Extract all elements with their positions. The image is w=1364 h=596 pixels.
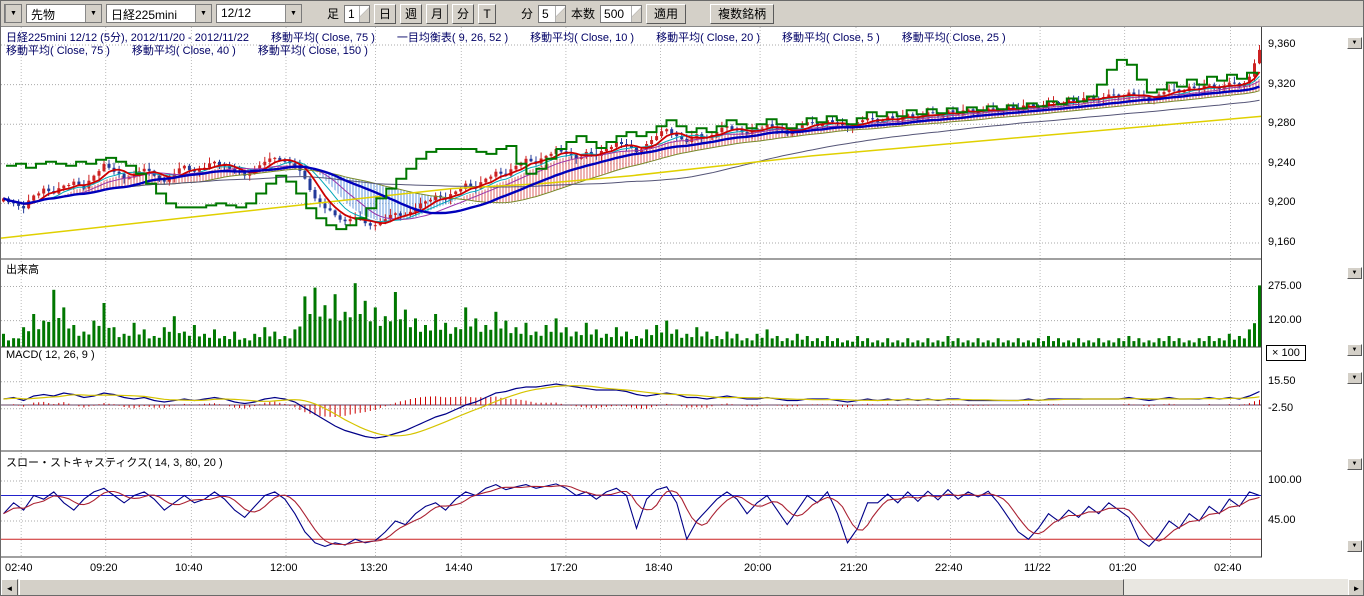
chart-legend-line2: 移動平均( Close, 75 ) 移動平均( Close, 40 ) 移動平均( … [6,42,390,58]
axis-label: 15.50 [1268,375,1296,387]
horizontal-scrollbar[interactable]: ◄ ► [1,579,1364,596]
axis-label: 120.00 [1268,314,1302,326]
legend-item: 移動平均( Close, 150 ) [258,45,368,57]
scroll-left-button[interactable]: ◄ [1,579,18,596]
axis-label: 100.00 [1268,474,1302,486]
contract-value: 12/12 [217,5,285,22]
chevron-down-icon: ▼ [5,5,21,22]
right-arrow-icon: ► [1353,584,1361,593]
stochastics-pane-title: スロー・ストキャスティクス( 14, 3, 80, 20 ) [6,454,223,470]
legend-item: 一目均衡表( 9, 26, 52 ) [397,32,508,44]
legend-item: 移動平均( Close, 20 ) [656,32,760,44]
contract-month-dropdown[interactable]: 12/12 ▼ [216,4,302,23]
time-axis-label: 02:40 [5,562,33,574]
axis-label: 9,160 [1268,236,1296,248]
chart-canvas[interactable] [1,27,1262,558]
symbol-value: 日経225mini [107,5,195,22]
spinner-handle-icon[interactable] [359,6,369,22]
time-axis-label: 17:20 [550,562,578,574]
price-pane-collapse-button[interactable]: ▼ [1347,37,1362,49]
time-axis-label: 12:00 [270,562,298,574]
axis-label: -2.50 [1268,402,1293,414]
pane-button-gutter: ▼ ▼ ▼ ▼ ▼ ▼ [1345,27,1364,558]
chevron-down-icon: ▼ [195,5,211,22]
legend-item: 移動平均( Close, 40 ) [132,45,236,57]
volume-pane-title: 出来高 [6,261,39,277]
bar-count-input[interactable]: 500 [600,5,642,23]
toolbar: ▼ 先物 ▼ 日経225mini ▼ 12/12 ▼ 足 1 日 週 月 分 T… [1,1,1363,27]
volume-pane-scroll-button[interactable]: ▼ [1347,344,1362,356]
macd-pane-collapse-button[interactable]: ▼ [1347,372,1362,384]
time-axis: 02:40 09:20 10:40 12:00 13:20 14:40 17:20 18:40… [1,559,1262,579]
bar-interval-input[interactable]: 1 [344,5,370,23]
time-axis-label: 01:20 [1109,562,1137,574]
period-minute-button[interactable]: 分 [452,4,474,24]
chart-plot-area[interactable]: 日経225mini 12/12 (5分), 2012/11/20 - 2012/… [1,27,1262,558]
minute-label: 分 [521,5,533,22]
value-axis-column: × 100 9,360 9,320 9,280 9,240 9,200 9,160 275.… [1262,27,1345,558]
time-axis-label: 18:40 [645,562,673,574]
time-axis-label: 10:40 [175,562,203,574]
axis-label: 9,360 [1268,38,1296,50]
spinner-handle-icon[interactable] [631,6,641,22]
chart-preset-dropdown[interactable]: ▼ [4,4,22,23]
legend-item: 移動平均( Close, 5 ) [782,32,880,44]
bar-count-label: 本数 [571,5,595,22]
axis-label: 45.00 [1268,514,1296,526]
legend-item: 移動平均( Close, 10 ) [530,32,634,44]
category-value: 先物 [27,5,85,22]
time-axis-label: 02:40 [1214,562,1242,574]
bar-type-label: 足 [327,5,339,22]
spinner-handle-icon[interactable] [555,6,565,22]
chevron-down-icon: ▼ [85,5,101,22]
period-week-button[interactable]: 週 [400,4,422,24]
time-axis-label: 20:00 [744,562,772,574]
chart-region: 日経225mini 12/12 (5分), 2012/11/20 - 2012/… [1,27,1364,559]
legend-item: 移動平均( Close, 75 ) [6,45,110,57]
minute-value-input[interactable]: 5 [538,5,566,23]
period-day-button[interactable]: 日 [374,4,396,24]
chevron-down-icon: ▼ [285,5,301,22]
time-axis-label: 11/22 [1024,562,1051,574]
scrollbar-track[interactable] [18,579,1348,596]
scrollbar-thumb[interactable] [19,579,1124,596]
chart-application-window: ▼ 先物 ▼ 日経225mini ▼ 12/12 ▼ 足 1 日 週 月 分 T… [0,0,1364,596]
axis-label: 9,240 [1268,157,1296,169]
multi-symbol-button[interactable]: 複数銘柄 [710,4,774,24]
time-axis-label: 14:40 [445,562,473,574]
period-month-button[interactable]: 月 [426,4,448,24]
time-axis-label: 22:40 [935,562,963,574]
axis-label: 9,280 [1268,117,1296,129]
time-axis-label: 21:20 [840,562,868,574]
left-arrow-icon: ◄ [6,584,14,593]
volume-multiplier-badge: × 100 [1266,345,1306,361]
time-axis-label: 13:20 [360,562,388,574]
stoch-pane-collapse-button[interactable]: ▼ [1347,458,1362,470]
macd-pane-title: MACD( 12, 26, 9 ) [6,349,95,361]
time-axis-label: 09:20 [90,562,118,574]
scroll-right-button[interactable]: ► [1348,579,1364,596]
axis-label: 9,320 [1268,78,1296,90]
apply-button[interactable]: 適用 [646,4,686,24]
period-tick-button[interactable]: T [478,4,496,24]
stoch-pane-scroll-button[interactable]: ▼ [1347,540,1362,552]
symbol-dropdown[interactable]: 日経225mini ▼ [106,4,212,23]
volume-pane-collapse-button[interactable]: ▼ [1347,267,1362,279]
legend-item: 移動平均( Close, 25 ) [902,32,1006,44]
axis-label: 275.00 [1268,280,1302,292]
category-dropdown[interactable]: 先物 ▼ [26,4,102,23]
axis-label: 9,200 [1268,196,1296,208]
